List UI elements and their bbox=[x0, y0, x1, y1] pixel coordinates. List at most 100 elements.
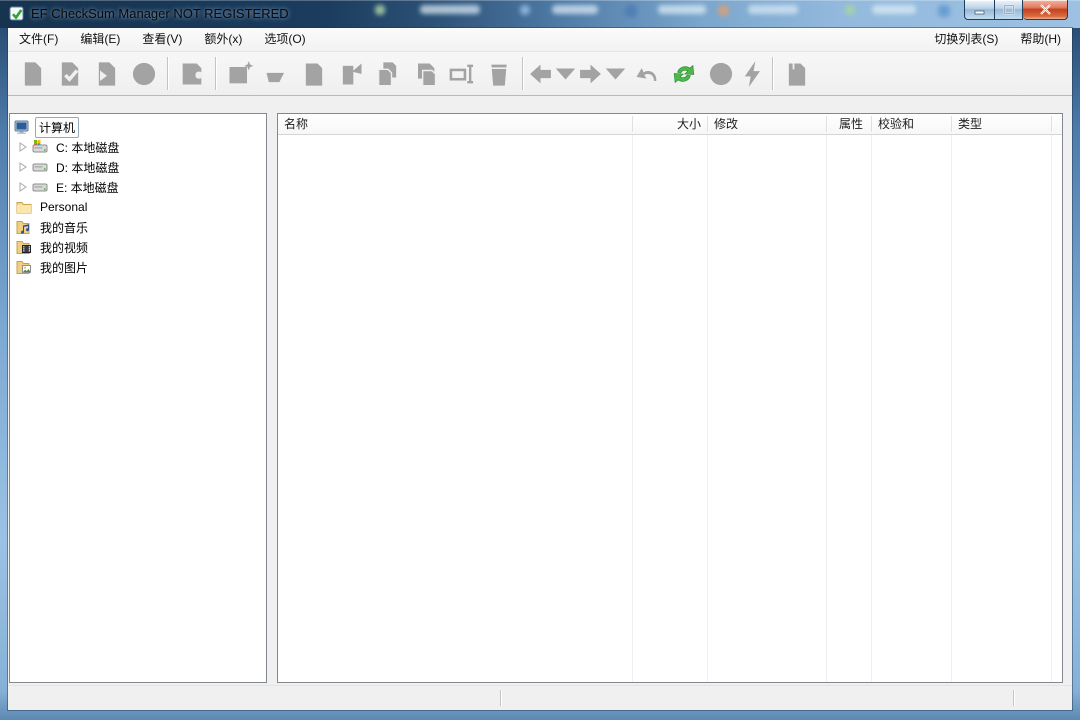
menu-edit[interactable]: 编辑(E) bbox=[69, 28, 131, 51]
menu-file[interactable]: 文件(F) bbox=[8, 28, 69, 51]
tree-item-my-videos[interactable]: 我的视频 bbox=[10, 237, 266, 257]
client-area: 文件(F) 编辑(E) 查看(V) 额外(x) 选项(O) 切换列表(S) 帮助… bbox=[8, 28, 1072, 710]
restore-file-button[interactable] bbox=[88, 55, 125, 93]
toolbar-separator bbox=[772, 57, 773, 90]
glass-blur-decoration bbox=[552, 5, 598, 14]
new-file-button[interactable] bbox=[14, 55, 51, 93]
paste-icon bbox=[411, 60, 439, 88]
list-body[interactable] bbox=[278, 135, 1062, 682]
glass-blur-decoration bbox=[938, 5, 950, 17]
title-bar[interactable]: EF CheckSum Manager NOT REGISTERED bbox=[0, 0, 1080, 28]
tree-item-my-pictures[interactable]: 我的图片 bbox=[10, 257, 266, 277]
column-header-modified[interactable]: 修改 bbox=[708, 114, 826, 135]
paste-button[interactable] bbox=[406, 55, 443, 93]
tree-item-label: E: 本地磁盘 bbox=[53, 178, 122, 197]
lightning-icon bbox=[739, 60, 767, 88]
copy-button[interactable] bbox=[369, 55, 406, 93]
column-divider[interactable] bbox=[951, 116, 952, 132]
menu-view[interactable]: 查看(V) bbox=[131, 28, 193, 51]
record-button[interactable] bbox=[125, 55, 162, 93]
exit-document-icon bbox=[783, 60, 811, 88]
menu-bar: 文件(F) 编辑(E) 查看(V) 额外(x) 选项(O) 切换列表(S) 帮助… bbox=[8, 28, 1072, 52]
menu-options[interactable]: 选项(O) bbox=[253, 28, 316, 51]
menu-extra[interactable]: 额外(x) bbox=[193, 28, 253, 51]
video-folder-icon bbox=[16, 239, 32, 255]
glass-blur-decoration bbox=[625, 5, 637, 17]
erase-button[interactable] bbox=[258, 55, 295, 93]
tree-item-my-music[interactable]: 我的音乐 bbox=[10, 217, 266, 237]
undo-button[interactable] bbox=[628, 55, 665, 93]
column-header-type[interactable]: 类型 bbox=[952, 114, 1051, 135]
quick-action-button[interactable] bbox=[739, 55, 767, 93]
tree-item-computer[interactable]: 计算机 bbox=[10, 117, 266, 137]
expand-arrow-icon[interactable] bbox=[18, 162, 28, 172]
document-icon bbox=[300, 60, 328, 88]
toolbar-separator bbox=[215, 57, 216, 90]
column-header-size[interactable]: 大小 bbox=[633, 114, 707, 135]
new-file-icon bbox=[19, 60, 47, 88]
undo-arrow-icon bbox=[633, 60, 661, 88]
column-divider[interactable] bbox=[632, 116, 633, 132]
computer-icon bbox=[14, 119, 30, 135]
close-button[interactable] bbox=[1023, 0, 1068, 20]
tree-item-label: 我的视频 bbox=[37, 238, 91, 257]
back-button[interactable] bbox=[528, 55, 578, 93]
statusbar-divider bbox=[1013, 690, 1014, 706]
folder-tree-panel[interactable]: 计算机 C: 本地磁盘 bbox=[9, 113, 267, 683]
verify-checksum-icon bbox=[56, 60, 84, 88]
music-folder-icon bbox=[16, 219, 32, 235]
new-folder-icon bbox=[226, 60, 254, 88]
expand-arrow-icon[interactable] bbox=[18, 182, 28, 192]
tree-item-drive-c[interactable]: C: 本地磁盘 bbox=[10, 137, 266, 157]
minimize-button[interactable] bbox=[964, 0, 994, 20]
column-gridline bbox=[632, 135, 633, 682]
rename-icon bbox=[448, 60, 476, 88]
rename-button[interactable] bbox=[443, 55, 480, 93]
drive-icon bbox=[32, 159, 48, 175]
refresh-button[interactable] bbox=[665, 55, 702, 93]
save-file-button[interactable] bbox=[173, 55, 210, 93]
exit-button[interactable] bbox=[778, 55, 815, 93]
refresh-icon bbox=[670, 60, 698, 88]
forward-arrow-icon bbox=[578, 60, 603, 88]
tree-item-label: Personal bbox=[37, 199, 90, 215]
content-area: 计算机 C: 本地磁盘 bbox=[8, 96, 1072, 685]
save-file-icon bbox=[178, 60, 206, 88]
restore-file-icon bbox=[93, 60, 121, 88]
maximize-icon bbox=[1003, 4, 1015, 15]
tree-item-drive-d[interactable]: D: 本地磁盘 bbox=[10, 157, 266, 177]
tree-item-personal[interactable]: Personal bbox=[10, 197, 266, 217]
eraser-icon bbox=[263, 60, 291, 88]
new-folder-button[interactable] bbox=[221, 55, 258, 93]
verify-checksum-button[interactable] bbox=[51, 55, 88, 93]
column-divider[interactable] bbox=[826, 116, 827, 132]
menu-switch-list[interactable]: 切换列表(S) bbox=[923, 28, 1009, 51]
expand-arrow-icon[interactable] bbox=[18, 142, 28, 152]
column-gridline bbox=[871, 135, 872, 682]
statusbar-divider bbox=[500, 690, 501, 706]
delete-button[interactable] bbox=[480, 55, 517, 93]
stop-button[interactable] bbox=[702, 55, 739, 93]
forward-button[interactable] bbox=[578, 55, 628, 93]
file-list-panel[interactable]: 名称 大小 修改 属性 校验和 类型 bbox=[277, 113, 1063, 683]
menu-help[interactable]: 帮助(H) bbox=[1009, 28, 1072, 51]
column-divider[interactable] bbox=[1051, 116, 1052, 132]
status-bar bbox=[8, 685, 1072, 710]
tree-item-drive-e[interactable]: E: 本地磁盘 bbox=[10, 177, 266, 197]
maximize-button[interactable] bbox=[994, 0, 1023, 20]
column-divider[interactable] bbox=[871, 116, 872, 132]
dropdown-caret-icon[interactable] bbox=[553, 60, 578, 88]
column-gridline bbox=[826, 135, 827, 682]
column-header-checksum[interactable]: 校验和 bbox=[872, 114, 951, 135]
dropdown-caret-icon[interactable] bbox=[603, 60, 628, 88]
document-button[interactable] bbox=[295, 55, 332, 93]
tree-item-label: 我的音乐 bbox=[37, 218, 91, 237]
column-header-name[interactable]: 名称 bbox=[278, 114, 633, 135]
column-divider[interactable] bbox=[707, 116, 708, 132]
glass-blur-decoration bbox=[375, 5, 385, 15]
column-header-attributes[interactable]: 属性 bbox=[827, 114, 871, 135]
close-icon bbox=[1039, 4, 1052, 15]
column-gridline bbox=[1051, 135, 1052, 682]
back-arrow-icon bbox=[528, 60, 553, 88]
export-document-button[interactable] bbox=[332, 55, 369, 93]
